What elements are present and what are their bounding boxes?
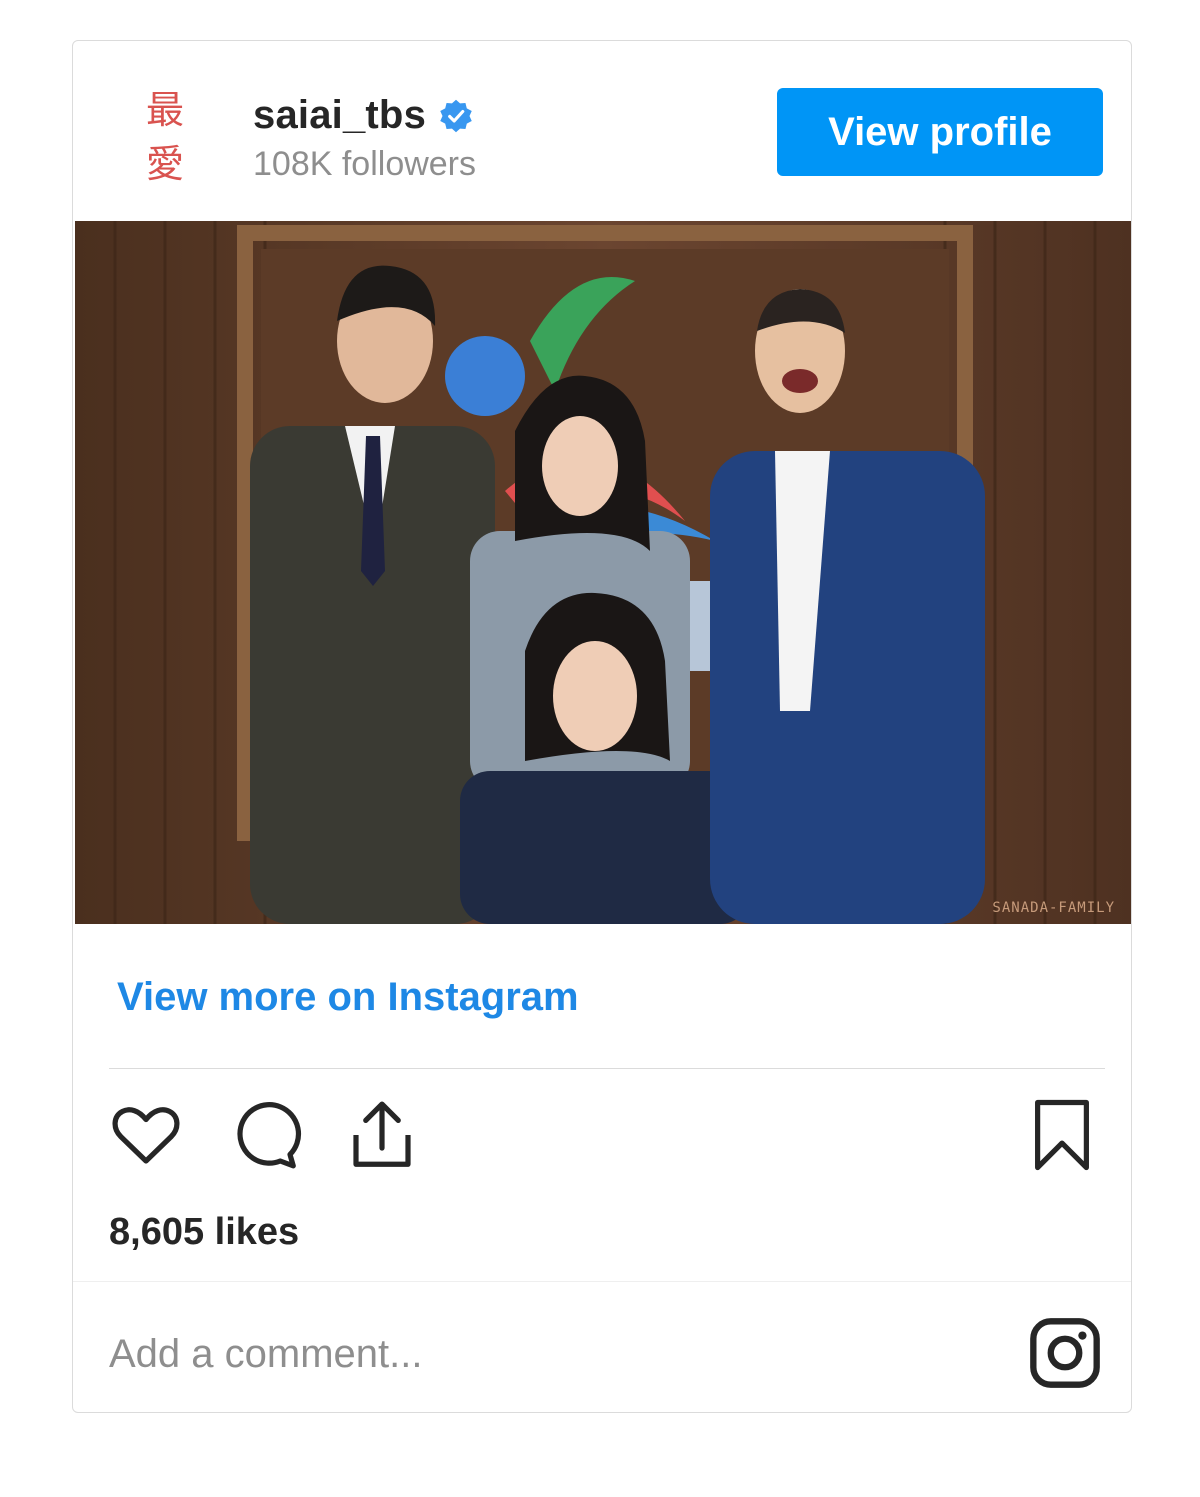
likes-count: 8,605 likes: [109, 1211, 300, 1253]
view-profile-button[interactable]: View profile: [777, 88, 1103, 176]
post-header: 最 愛 saiai_tbs 108K followers View profil…: [73, 41, 1131, 219]
verified-badge-icon: [440, 99, 472, 132]
avatar[interactable]: 最 愛: [135, 87, 195, 187]
instagram-logo-icon[interactable]: [1027, 1315, 1103, 1391]
comment-icon[interactable]: [225, 1096, 303, 1174]
add-comment-input[interactable]: [109, 1326, 969, 1382]
instagram-embed-card: 最 愛 saiai_tbs 108K followers View profil…: [72, 40, 1132, 1413]
share-icon[interactable]: [343, 1096, 421, 1174]
photo-watermark: SANADA-FAMILY: [992, 900, 1115, 916]
divider: [73, 1281, 1131, 1282]
avatar-char-1: 最: [145, 88, 184, 132]
username-row: saiai_tbs: [253, 93, 474, 138]
action-bar: [107, 1096, 1107, 1176]
bookmark-icon[interactable]: [1023, 1096, 1101, 1174]
avatar-char-2: 愛: [145, 142, 184, 186]
divider: [109, 1068, 1105, 1069]
view-more-on-instagram-link[interactable]: View more on Instagram: [117, 975, 579, 1020]
username[interactable]: saiai_tbs: [253, 93, 426, 138]
followers-count: 108K followers: [253, 145, 477, 183]
heart-icon[interactable]: [107, 1096, 185, 1174]
group-photo-image: [75, 221, 1131, 924]
post-photo[interactable]: SANADA-FAMILY: [75, 221, 1131, 924]
